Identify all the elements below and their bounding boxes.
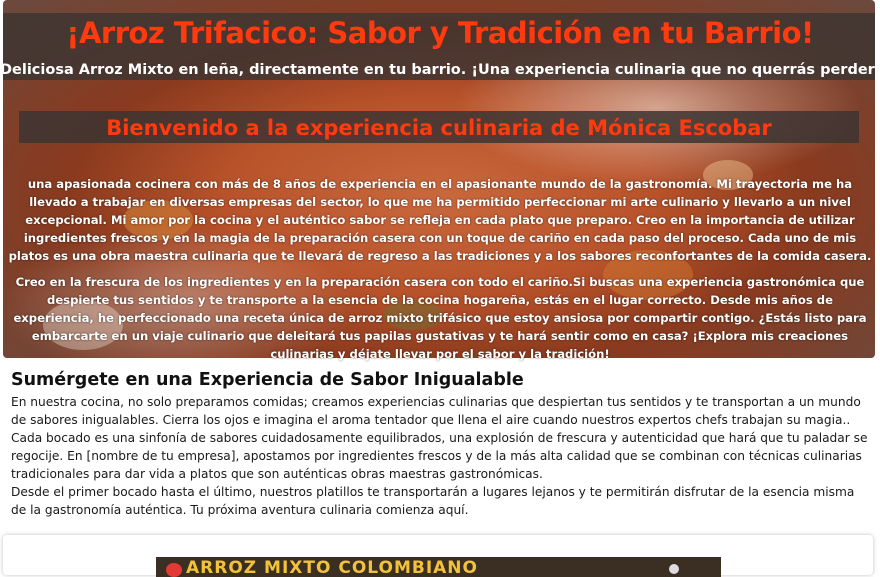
section-paragraph: En nuestra cocina, no solo preparamos co… [11, 395, 861, 427]
page-title: ¡Arroz Trifacico: Sabor y Tradición en t… [66, 16, 814, 50]
intro-paragraph-2: Creo en la frescura de los ingredientes … [13, 275, 867, 361]
welcome-heading: Bienvenido a la experiencia culinaria de… [106, 116, 772, 140]
video-menu-icon[interactable] [669, 564, 679, 574]
section-title: Sumérgete en una Experiencia de Sabor In… [11, 370, 524, 390]
video-title: ARROZ MIXTO COLOMBIANO [186, 558, 478, 577]
intro-paragraph-1: una apasionada cocinera con más de 8 año… [8, 177, 872, 263]
video-embed[interactable]: ARROZ MIXTO COLOMBIANO [156, 557, 721, 577]
section-paragraph: Desde el primer bocado hasta el último, … [11, 485, 855, 517]
section-paragraph: Cada bocado es una sinfonía de sabores c… [11, 431, 868, 481]
hero-subtitle: Deliciosa Arroz Mixto en leña, directame… [0, 62, 880, 78]
channel-logo-icon [166, 563, 182, 577]
section-body: En nuestra cocina, no solo preparamos co… [11, 393, 871, 519]
